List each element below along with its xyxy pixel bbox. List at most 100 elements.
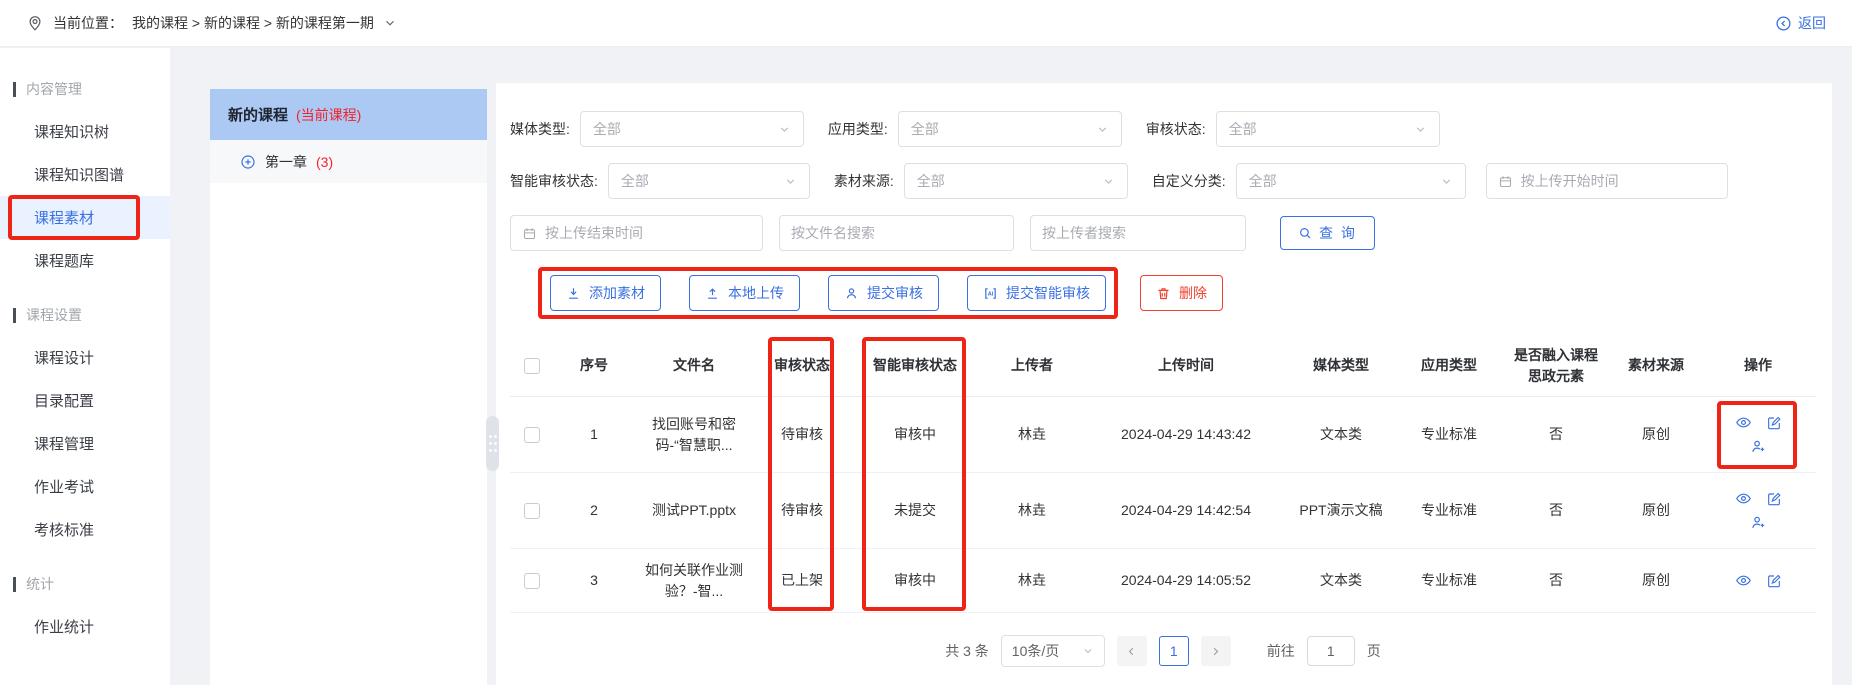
upload-start-time-input[interactable] [1520, 173, 1716, 189]
search-button[interactable]: 查 询 [1280, 216, 1375, 250]
cell-uploader: 林垚 [1018, 426, 1046, 442]
page-size-select[interactable]: 10条/页 [1000, 635, 1105, 667]
upload-icon [705, 286, 720, 301]
view-icon[interactable] [1735, 490, 1752, 507]
filename-search-field [779, 215, 1014, 251]
breadcrumb-location-label: 当前位置： [53, 15, 123, 31]
cell-review-status: 已上架 [781, 572, 823, 588]
chapter-label: 第一章 [265, 153, 307, 170]
button-label: 添加素材 [589, 285, 645, 301]
sidebar-item-knowledge-tree[interactable]: 课程知识树 [0, 110, 170, 153]
course-title: 新的课程 [228, 107, 289, 124]
sidebar-item-label: 作业考试 [34, 479, 95, 496]
pagination: 共 3 条 10条/页 1 前往 页 [510, 635, 1816, 667]
prev-page-button[interactable] [1116, 636, 1147, 666]
search-icon [1298, 226, 1312, 240]
trash-icon [1156, 286, 1171, 301]
sidebar-item-label: 课程素材 [34, 210, 95, 227]
edit-icon[interactable] [1766, 573, 1782, 589]
sidebar-item-homework-exam[interactable]: 作业考试 [0, 465, 170, 508]
select-value: 全部 [592, 121, 621, 137]
row-checkbox[interactable] [524, 502, 540, 519]
cell-ideology: 否 [1549, 572, 1563, 588]
delete-button[interactable]: 删除 [1140, 275, 1223, 311]
cell-seq: 2 [590, 502, 598, 518]
header-ideology: 是否融入课程思政元素 [1514, 346, 1598, 384]
chevron-down-icon[interactable] [383, 16, 397, 30]
select-value: 全部 [910, 121, 939, 137]
expand-plus-icon[interactable] [240, 154, 256, 170]
source-select[interactable]: 全部 [903, 163, 1128, 199]
media-type-select[interactable]: 全部 [579, 111, 804, 147]
cell-seq: 3 [590, 572, 598, 588]
chevron-left-icon [1125, 645, 1138, 658]
current-course-item[interactable]: 新的课程 (当前课程) [210, 89, 487, 140]
header-upload-time: 上传时间 [1158, 357, 1214, 373]
chevron-down-icon [1096, 123, 1109, 136]
sidebar-item-course-materials[interactable]: 课程素材 [0, 195, 170, 240]
next-page-button[interactable] [1200, 636, 1231, 666]
chevron-down-icon [1440, 175, 1453, 188]
uploader-search-input[interactable] [1042, 225, 1234, 241]
app-type-label: 应用类型: [827, 121, 888, 137]
chapter-item[interactable]: 第一章 (3) [210, 140, 487, 183]
calendar-icon [1498, 174, 1513, 189]
section-title-label: 课程设置 [26, 307, 82, 323]
assign-reviewer-icon[interactable] [1750, 514, 1767, 531]
category-select[interactable]: 全部 [1235, 163, 1466, 199]
goto-page-input[interactable] [1306, 636, 1355, 666]
cell-ai-status: 审核中 [894, 572, 936, 588]
header-operations: 操作 [1744, 357, 1772, 373]
header-ai-status: 智能审核状态 [873, 357, 957, 373]
view-icon[interactable] [1735, 572, 1752, 589]
local-upload-button[interactable]: 本地上传 [689, 275, 800, 311]
page: { "colors": { "accent_blue": "#3a70e2", … [0, 0, 1852, 685]
select-value: 全部 [1228, 121, 1257, 137]
button-label: 本地上传 [728, 285, 784, 301]
back-button[interactable]: 返回 [1775, 13, 1826, 33]
table-header-row: 序号 文件名 审核状态 智能审核状态 上传者 上传时间 媒体类型 应用类型 是否… [510, 335, 1816, 397]
sidebar-item-homework-statistics[interactable]: 作业统计 [0, 605, 170, 648]
cell-upload-time: 2024-04-29 14:42:54 [1121, 502, 1251, 518]
sidebar-item-question-bank[interactable]: 课程题库 [0, 239, 170, 282]
cell-upload-time: 2024-04-29 14:05:52 [1121, 572, 1251, 588]
back-icon [1775, 15, 1792, 32]
cell-ideology: 否 [1549, 426, 1563, 442]
row-checkbox[interactable] [524, 572, 540, 589]
edit-icon[interactable] [1766, 415, 1782, 431]
cell-source: 原创 [1642, 502, 1670, 518]
materials-panel: 媒体类型: 全部 应用类型: 全部 审核状态: 全部 智能审核状态: 全部 素材… [496, 83, 1832, 685]
chapter-count: (3) [316, 153, 334, 170]
cell-ai-status: 未提交 [894, 502, 936, 518]
filter-row-3: 查 询 [510, 215, 1816, 251]
chevron-down-icon [1082, 645, 1094, 657]
upload-start-time-field [1485, 163, 1728, 199]
filename-search-input[interactable] [791, 225, 1002, 241]
review-status-select[interactable]: 全部 [1215, 111, 1440, 147]
sidebar-item-knowledge-graph[interactable]: 课程知识图谱 [0, 153, 170, 196]
sidebar-item-course-design[interactable]: 课程设计 [0, 336, 170, 379]
filter-row-2: 智能审核状态: 全部 素材来源: 全部 自定义分类: 全部 [510, 163, 1816, 199]
ai-status-select[interactable]: 全部 [607, 163, 810, 199]
view-icon[interactable] [1735, 414, 1752, 431]
app-type-select[interactable]: 全部 [897, 111, 1122, 147]
submit-review-button[interactable]: 提交审核 [828, 275, 939, 311]
submit-ai-review-button[interactable]: AI 提交智能审核 [967, 275, 1106, 311]
assign-reviewer-icon[interactable] [1750, 438, 1767, 455]
upload-end-time-input[interactable] [545, 225, 751, 241]
sidebar-item-catalog-config[interactable]: 目录配置 [0, 379, 170, 422]
add-material-button[interactable]: 添加素材 [550, 275, 661, 311]
edit-icon[interactable] [1766, 491, 1782, 507]
search-button-label: 查 询 [1319, 225, 1357, 241]
panel-resize-handle[interactable] [486, 416, 499, 471]
row-checkbox[interactable] [524, 426, 540, 443]
sidebar-item-assessment-standard[interactable]: 考核标准 [0, 508, 170, 551]
select-all-checkbox[interactable] [524, 357, 540, 374]
svg-text:AI: AI [988, 291, 994, 297]
add-material-icon [566, 286, 581, 301]
page-1-button[interactable]: 1 [1158, 636, 1189, 666]
sidebar-item-course-management[interactable]: 课程管理 [0, 422, 170, 465]
section-title-label: 统计 [26, 576, 54, 592]
cell-app-type: 专业标准 [1421, 502, 1477, 518]
sidebar-item-label: 课程知识图谱 [34, 167, 125, 184]
